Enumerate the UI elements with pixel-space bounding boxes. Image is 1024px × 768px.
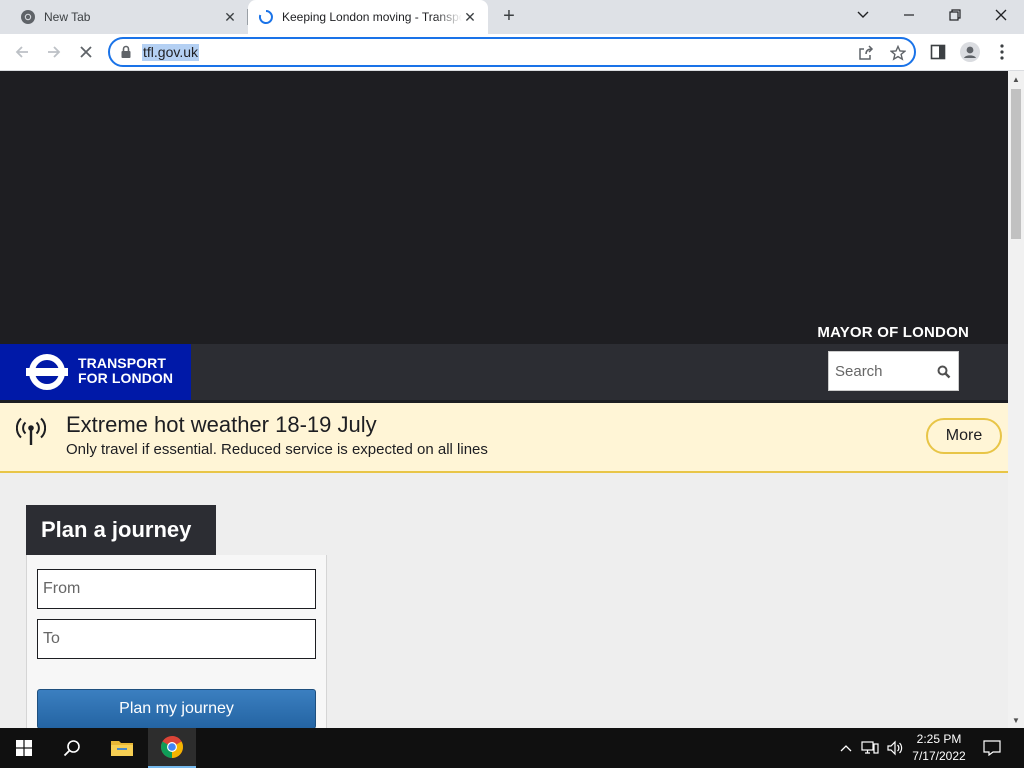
restore-button[interactable] bbox=[932, 0, 978, 30]
chrome-icon bbox=[161, 736, 183, 758]
side-panel-icon bbox=[930, 44, 946, 60]
clock-date: 7/17/2022 bbox=[912, 749, 966, 763]
scroll-down-arrow-icon[interactable]: ▼ bbox=[1012, 716, 1020, 725]
avatar-icon bbox=[960, 42, 980, 62]
star-icon bbox=[890, 45, 906, 61]
broadcast-icon bbox=[16, 417, 46, 445]
page-scrollbar[interactable]: ▲ ▼ bbox=[1008, 71, 1024, 728]
forward-button[interactable] bbox=[41, 39, 67, 65]
menu-button[interactable] bbox=[990, 40, 1014, 64]
url-text[interactable]: tfl.gov.uk bbox=[142, 44, 199, 61]
page-viewport: MAYOR OF LONDON TRANSPORT FOR LONDON Sea… bbox=[0, 71, 1008, 728]
search-input[interactable] bbox=[829, 352, 934, 390]
close-icon bbox=[80, 46, 92, 58]
profile-button[interactable] bbox=[958, 40, 982, 64]
network-icon bbox=[861, 741, 879, 754]
scrollbar-thumb[interactable] bbox=[1011, 89, 1021, 239]
plan-journey-heading: Plan a journey bbox=[26, 505, 216, 555]
close-icon bbox=[995, 9, 1007, 21]
chevron-up-icon bbox=[840, 745, 852, 752]
site-header: TRANSPORT FOR LONDON bbox=[0, 344, 1008, 400]
chevron-down-icon bbox=[857, 11, 869, 18]
stop-loading-button[interactable] bbox=[73, 39, 99, 65]
tab-tfl[interactable]: Keeping London moving - Transport for Lo… bbox=[248, 0, 488, 34]
windows-taskbar: 2:25 PM 7/17/2022 bbox=[0, 728, 1024, 768]
tab-strip: New Tab ✕ Keeping London moving - Transp… bbox=[0, 0, 1024, 34]
close-tab-icon[interactable]: ✕ bbox=[462, 9, 478, 25]
share-button[interactable] bbox=[856, 43, 876, 63]
bookmark-button[interactable] bbox=[888, 43, 908, 63]
alert-title: Extreme hot weather 18-19 July bbox=[66, 412, 377, 437]
network-button[interactable] bbox=[858, 728, 882, 768]
action-center-button[interactable] bbox=[978, 728, 1006, 768]
search-icon[interactable] bbox=[936, 364, 952, 380]
chrome-icon bbox=[21, 10, 35, 24]
mayor-of-london-logo[interactable]: MAYOR OF LONDON bbox=[817, 324, 969, 341]
address-bar[interactable]: tfl.gov.uk bbox=[108, 37, 916, 67]
new-tab-button[interactable]: + bbox=[497, 5, 521, 29]
tfl-logo[interactable]: TRANSPORT FOR LONDON bbox=[0, 344, 191, 400]
file-explorer-button[interactable] bbox=[98, 728, 146, 768]
tab-title: New Tab bbox=[44, 10, 91, 24]
service-alert-banner: Extreme hot weather 18-19 July Only trav… bbox=[0, 403, 1008, 473]
notification-icon bbox=[983, 740, 1001, 756]
tab-search-button[interactable] bbox=[840, 0, 886, 30]
from-field[interactable] bbox=[37, 569, 316, 609]
browser-toolbar: tfl.gov.uk bbox=[0, 34, 1024, 71]
side-panel-button[interactable] bbox=[926, 40, 950, 64]
taskbar-search-button[interactable] bbox=[48, 728, 96, 768]
restore-icon bbox=[949, 9, 961, 21]
roundel-icon bbox=[26, 354, 68, 390]
tab-new-tab[interactable]: New Tab ✕ bbox=[0, 0, 248, 34]
tfl-wordmark: TRANSPORT FOR LONDON bbox=[78, 356, 173, 386]
hero-banner bbox=[0, 71, 1008, 344]
journey-planner-form: Plan my journey bbox=[26, 555, 327, 728]
site-search bbox=[828, 351, 959, 391]
clock-time: 2:25 PM bbox=[916, 732, 962, 746]
close-window-button[interactable] bbox=[978, 0, 1024, 30]
arrow-left-icon bbox=[15, 46, 28, 58]
more-vertical-icon bbox=[1000, 44, 1004, 60]
minimize-icon bbox=[904, 14, 914, 16]
show-hidden-icons-button[interactable] bbox=[836, 728, 856, 768]
close-tab-icon[interactable]: ✕ bbox=[222, 9, 238, 25]
plan-my-journey-button[interactable]: Plan my journey bbox=[37, 689, 316, 728]
windows-start-icon bbox=[16, 740, 32, 756]
loading-spinner-icon bbox=[258, 10, 273, 24]
minimize-button[interactable] bbox=[886, 0, 932, 30]
search-icon bbox=[63, 740, 80, 757]
back-button[interactable] bbox=[9, 39, 35, 65]
start-button[interactable] bbox=[0, 728, 48, 768]
arrow-right-icon bbox=[48, 46, 61, 58]
scroll-up-arrow-icon[interactable]: ▲ bbox=[1012, 75, 1020, 84]
taskbar-clock[interactable]: 2:25 PM 7/17/2022 bbox=[904, 731, 974, 765]
logo-line-1: TRANSPORT bbox=[78, 355, 167, 371]
logo-line-2: FOR LONDON bbox=[78, 370, 174, 386]
tab-title: Keeping London moving - Transport for Lo… bbox=[282, 10, 462, 24]
lock-icon[interactable] bbox=[120, 45, 132, 59]
speaker-icon bbox=[887, 740, 903, 756]
share-icon bbox=[859, 45, 874, 60]
to-field[interactable] bbox=[37, 619, 316, 659]
volume-button[interactable] bbox=[884, 728, 906, 768]
chrome-taskbar-button[interactable] bbox=[148, 728, 196, 768]
alert-text: Only travel if essential. Reduced servic… bbox=[66, 441, 488, 458]
file-explorer-icon bbox=[111, 741, 133, 756]
more-button[interactable]: More bbox=[926, 418, 1002, 454]
